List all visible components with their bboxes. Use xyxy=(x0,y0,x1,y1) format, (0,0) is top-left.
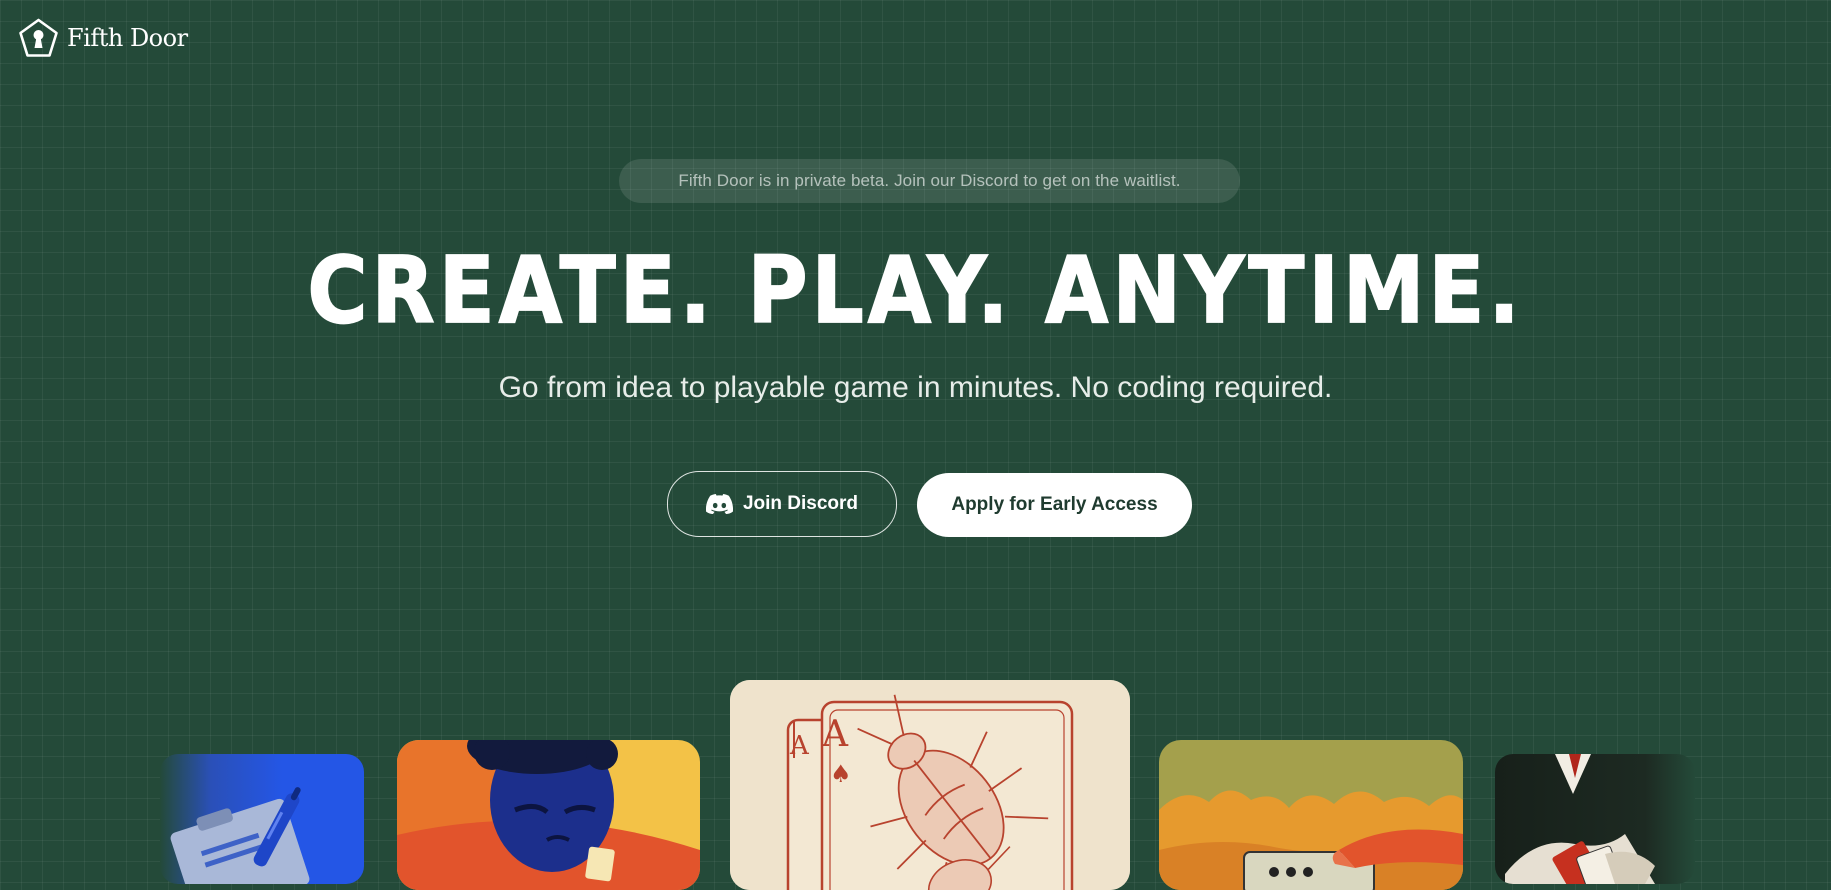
join-discord-label: Join Discord xyxy=(742,493,859,514)
hero-subheadline: Go from idea to playable game in minutes… xyxy=(498,371,1333,404)
card-rank: A xyxy=(821,714,849,755)
pen-and-notepad-illustration[interactable] xyxy=(160,754,364,884)
apply-early-access-button[interactable]: Apply for Early Access xyxy=(917,473,1192,537)
hero-headline: CREATE. PLAY. ANYTIME. xyxy=(307,237,1524,345)
keyhole-pentagon-icon xyxy=(18,18,59,58)
hand-pressing-button-illustration[interactable] xyxy=(1159,740,1463,890)
dealer-shuffling-cards-illustration[interactable] xyxy=(1495,754,1695,884)
svg-text:A: A xyxy=(789,731,810,761)
kid-playing-cards-illustration[interactable] xyxy=(397,740,700,890)
card-suit-icon: ♠ xyxy=(830,760,852,788)
beta-announcement-banner: Fifth Door is in private beta. Join our … xyxy=(619,159,1240,203)
join-discord-button[interactable]: Join Discord xyxy=(667,471,897,537)
discord-icon xyxy=(705,494,733,514)
brand-logo[interactable]: Fifth Door xyxy=(18,18,188,58)
brand-name: Fifth Door xyxy=(67,24,188,52)
ace-of-spades-beetle-illustration[interactable]: A A ♠ xyxy=(730,680,1130,890)
